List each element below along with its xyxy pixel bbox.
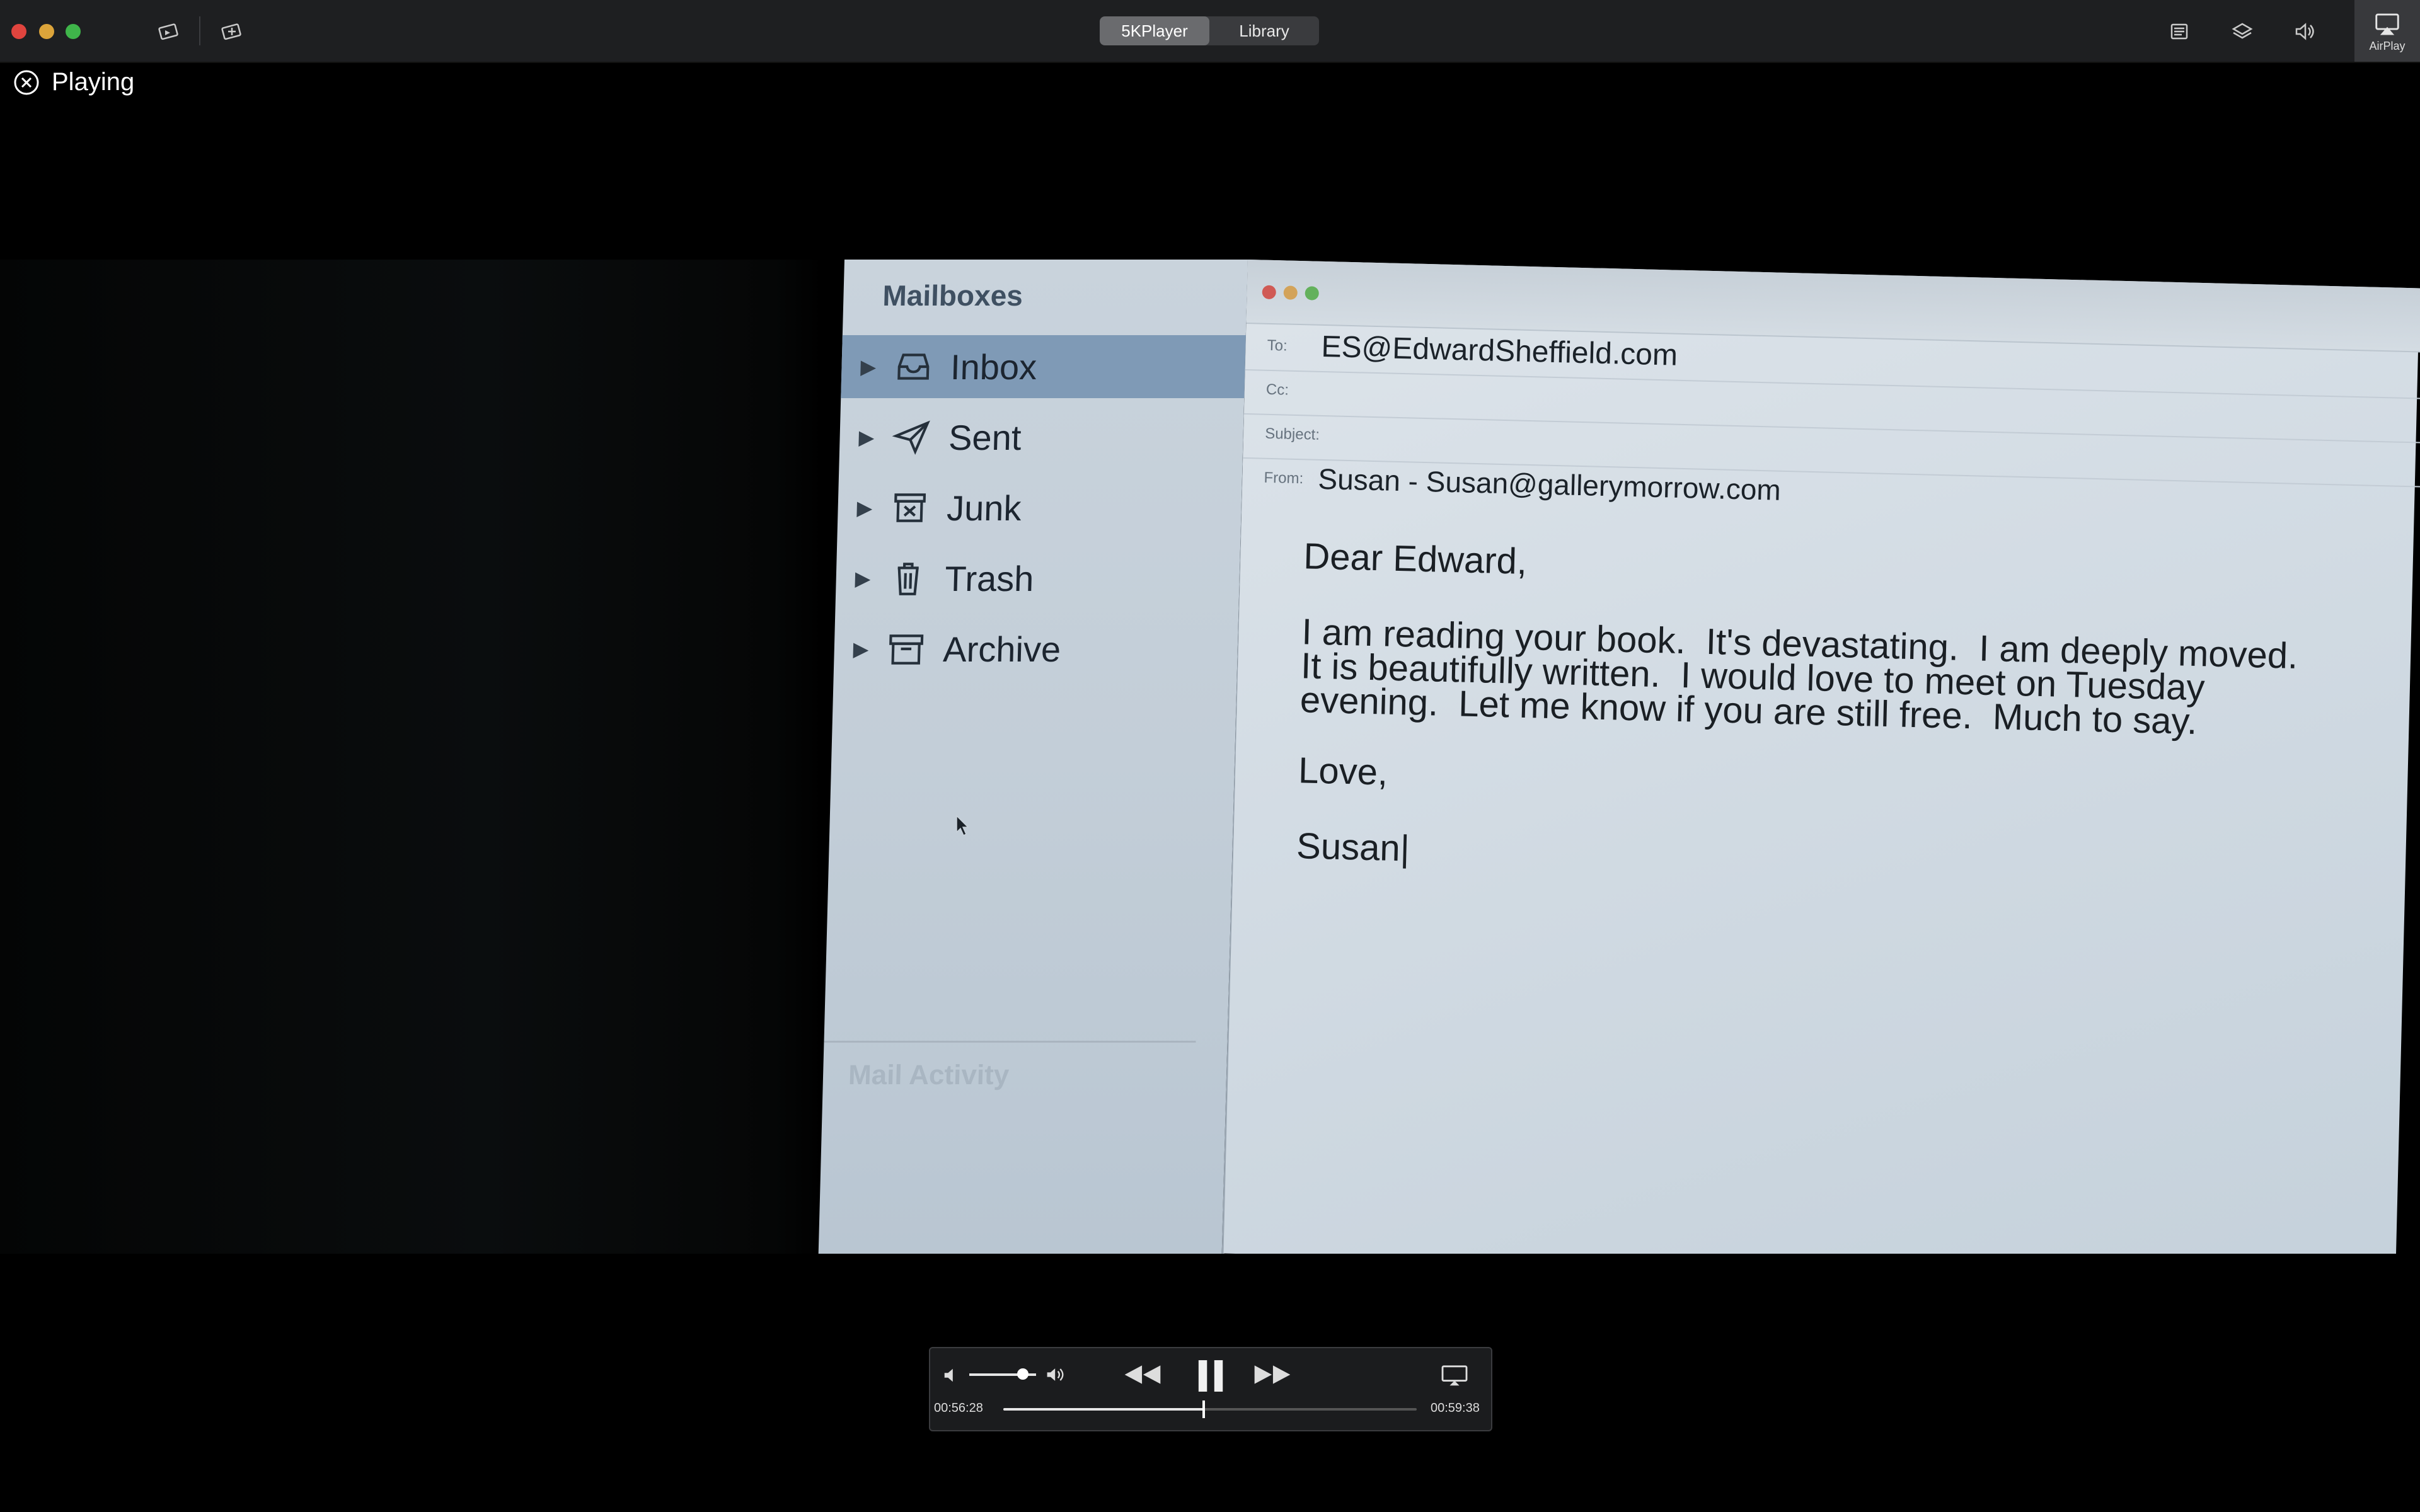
close-window-button[interactable] [11,24,26,39]
cc-label: Cc: [1265,381,1289,399]
total-time: 00:59:38 [1431,1401,1480,1415]
trash-icon [886,558,929,599]
video-content: Mailboxes ▶ Inbox ▶ Sent ▶ Junk ▶ Trash [818,260,2420,1254]
seek-bar[interactable] [1003,1400,1417,1418]
fast-forward-button[interactable] [1250,1361,1294,1389]
compose-zoom-dot [1305,286,1319,301]
screen-output-icon [1441,1365,1468,1386]
to-label: To: [1267,336,1288,355]
email-signature: Susan| [1296,825,1410,869]
subject-label: Subject: [1264,425,1320,444]
mouse-cursor-icon [956,815,969,837]
title-bar: 5KPlayer Library AirPlay [0,0,2420,63]
sidebar-divider [824,1041,1196,1043]
mailbox-inbox: ▶ Inbox [841,335,1246,398]
airplay-label: AirPlay [2369,39,2406,52]
volume-slider-thumb[interactable] [1017,1368,1028,1380]
airplay-button[interactable]: AirPlay [2354,0,2420,62]
mailbox-sent: ▶ Sent [839,406,1244,469]
seek-bar-progress [1003,1408,1204,1411]
to-value: ES@EdwardSheffield.com [1321,329,1678,372]
mailboxes-sidebar: Mailboxes ▶ Inbox ▶ Sent ▶ Junk ▶ Trash [818,260,1250,1254]
mailbox-junk: ▶ Junk [837,476,1242,539]
junk-icon [888,487,931,529]
minimize-window-button[interactable] [39,24,54,39]
rewind-button[interactable] [1121,1361,1165,1389]
playback-controls: 00:56:28 00:59:38 [929,1347,1492,1431]
mailbox-label: Junk [946,488,1022,528]
seek-bar-thumb[interactable] [1202,1400,1206,1418]
volume-mute-icon[interactable] [942,1365,960,1386]
tab-library[interactable]: Library [1209,16,1319,45]
sent-icon [890,416,933,458]
layers-icon[interactable] [2227,16,2257,47]
disclosure-triangle-icon: ▶ [858,426,875,449]
compose-minimize-dot [1283,285,1298,300]
email-greeting: Dear Edward, [1303,536,1528,582]
zoom-window-button[interactable] [66,24,81,39]
mailbox-archive: ▶ Archive [834,617,1239,680]
mail-activity-label: Mail Activity [848,1060,1010,1091]
close-circle-icon[interactable] [13,69,40,96]
pause-icon [1198,1360,1223,1392]
youtube-icon[interactable] [217,16,247,47]
fast-forward-icon [1254,1365,1291,1384]
mailbox-label: Trash [944,558,1035,598]
from-value: Susan - Susan@gallerymorrow.com [1317,462,1782,507]
tab-5kplayer[interactable]: 5KPlayer [1100,16,1209,45]
now-playing-bar: Playing [13,68,134,96]
mode-switcher: 5KPlayer Library [1100,16,1319,45]
pause-button[interactable] [1194,1358,1229,1394]
video-download-icon[interactable] [154,16,184,47]
disclosure-triangle-icon: ▶ [855,567,871,590]
playing-status: Playing [52,68,135,96]
toolbar-divider [199,16,200,45]
disclosure-triangle-icon: ▶ [860,355,877,378]
video-frame[interactable]: Mailboxes ▶ Inbox ▶ Sent ▶ Junk ▶ Trash [0,260,2420,1254]
disclosure-triangle-icon: ▶ [853,638,869,660]
mailbox-label: Sent [948,417,1022,457]
mailboxes-title: Mailboxes [882,279,1023,312]
compose-window: To: ES@EdwardSheffield.com Cc: Subject: … [1223,260,2420,1254]
volume-slider[interactable] [969,1368,1036,1380]
mailbox-trash: ▶ Trash [835,547,1240,610]
archive-icon [885,628,928,670]
rewind-icon [1124,1365,1161,1384]
disclosure-triangle-icon: ▶ [856,496,873,519]
from-label: From: [1264,469,1304,488]
mailbox-label: Archive [942,629,1061,669]
airplay-output-button[interactable] [1439,1363,1470,1389]
elapsed-time: 00:56:28 [934,1401,983,1415]
compose-close-dot [1262,285,1277,300]
inbox-icon [892,346,935,387]
playlist-icon[interactable] [2164,16,2194,47]
volume-max-icon[interactable] [1044,1363,1069,1386]
mailbox-label: Inbox [950,346,1037,387]
airplay-icon [2375,13,2399,35]
email-closing: Love, [1298,750,1388,793]
speaker-icon[interactable] [2289,16,2319,47]
